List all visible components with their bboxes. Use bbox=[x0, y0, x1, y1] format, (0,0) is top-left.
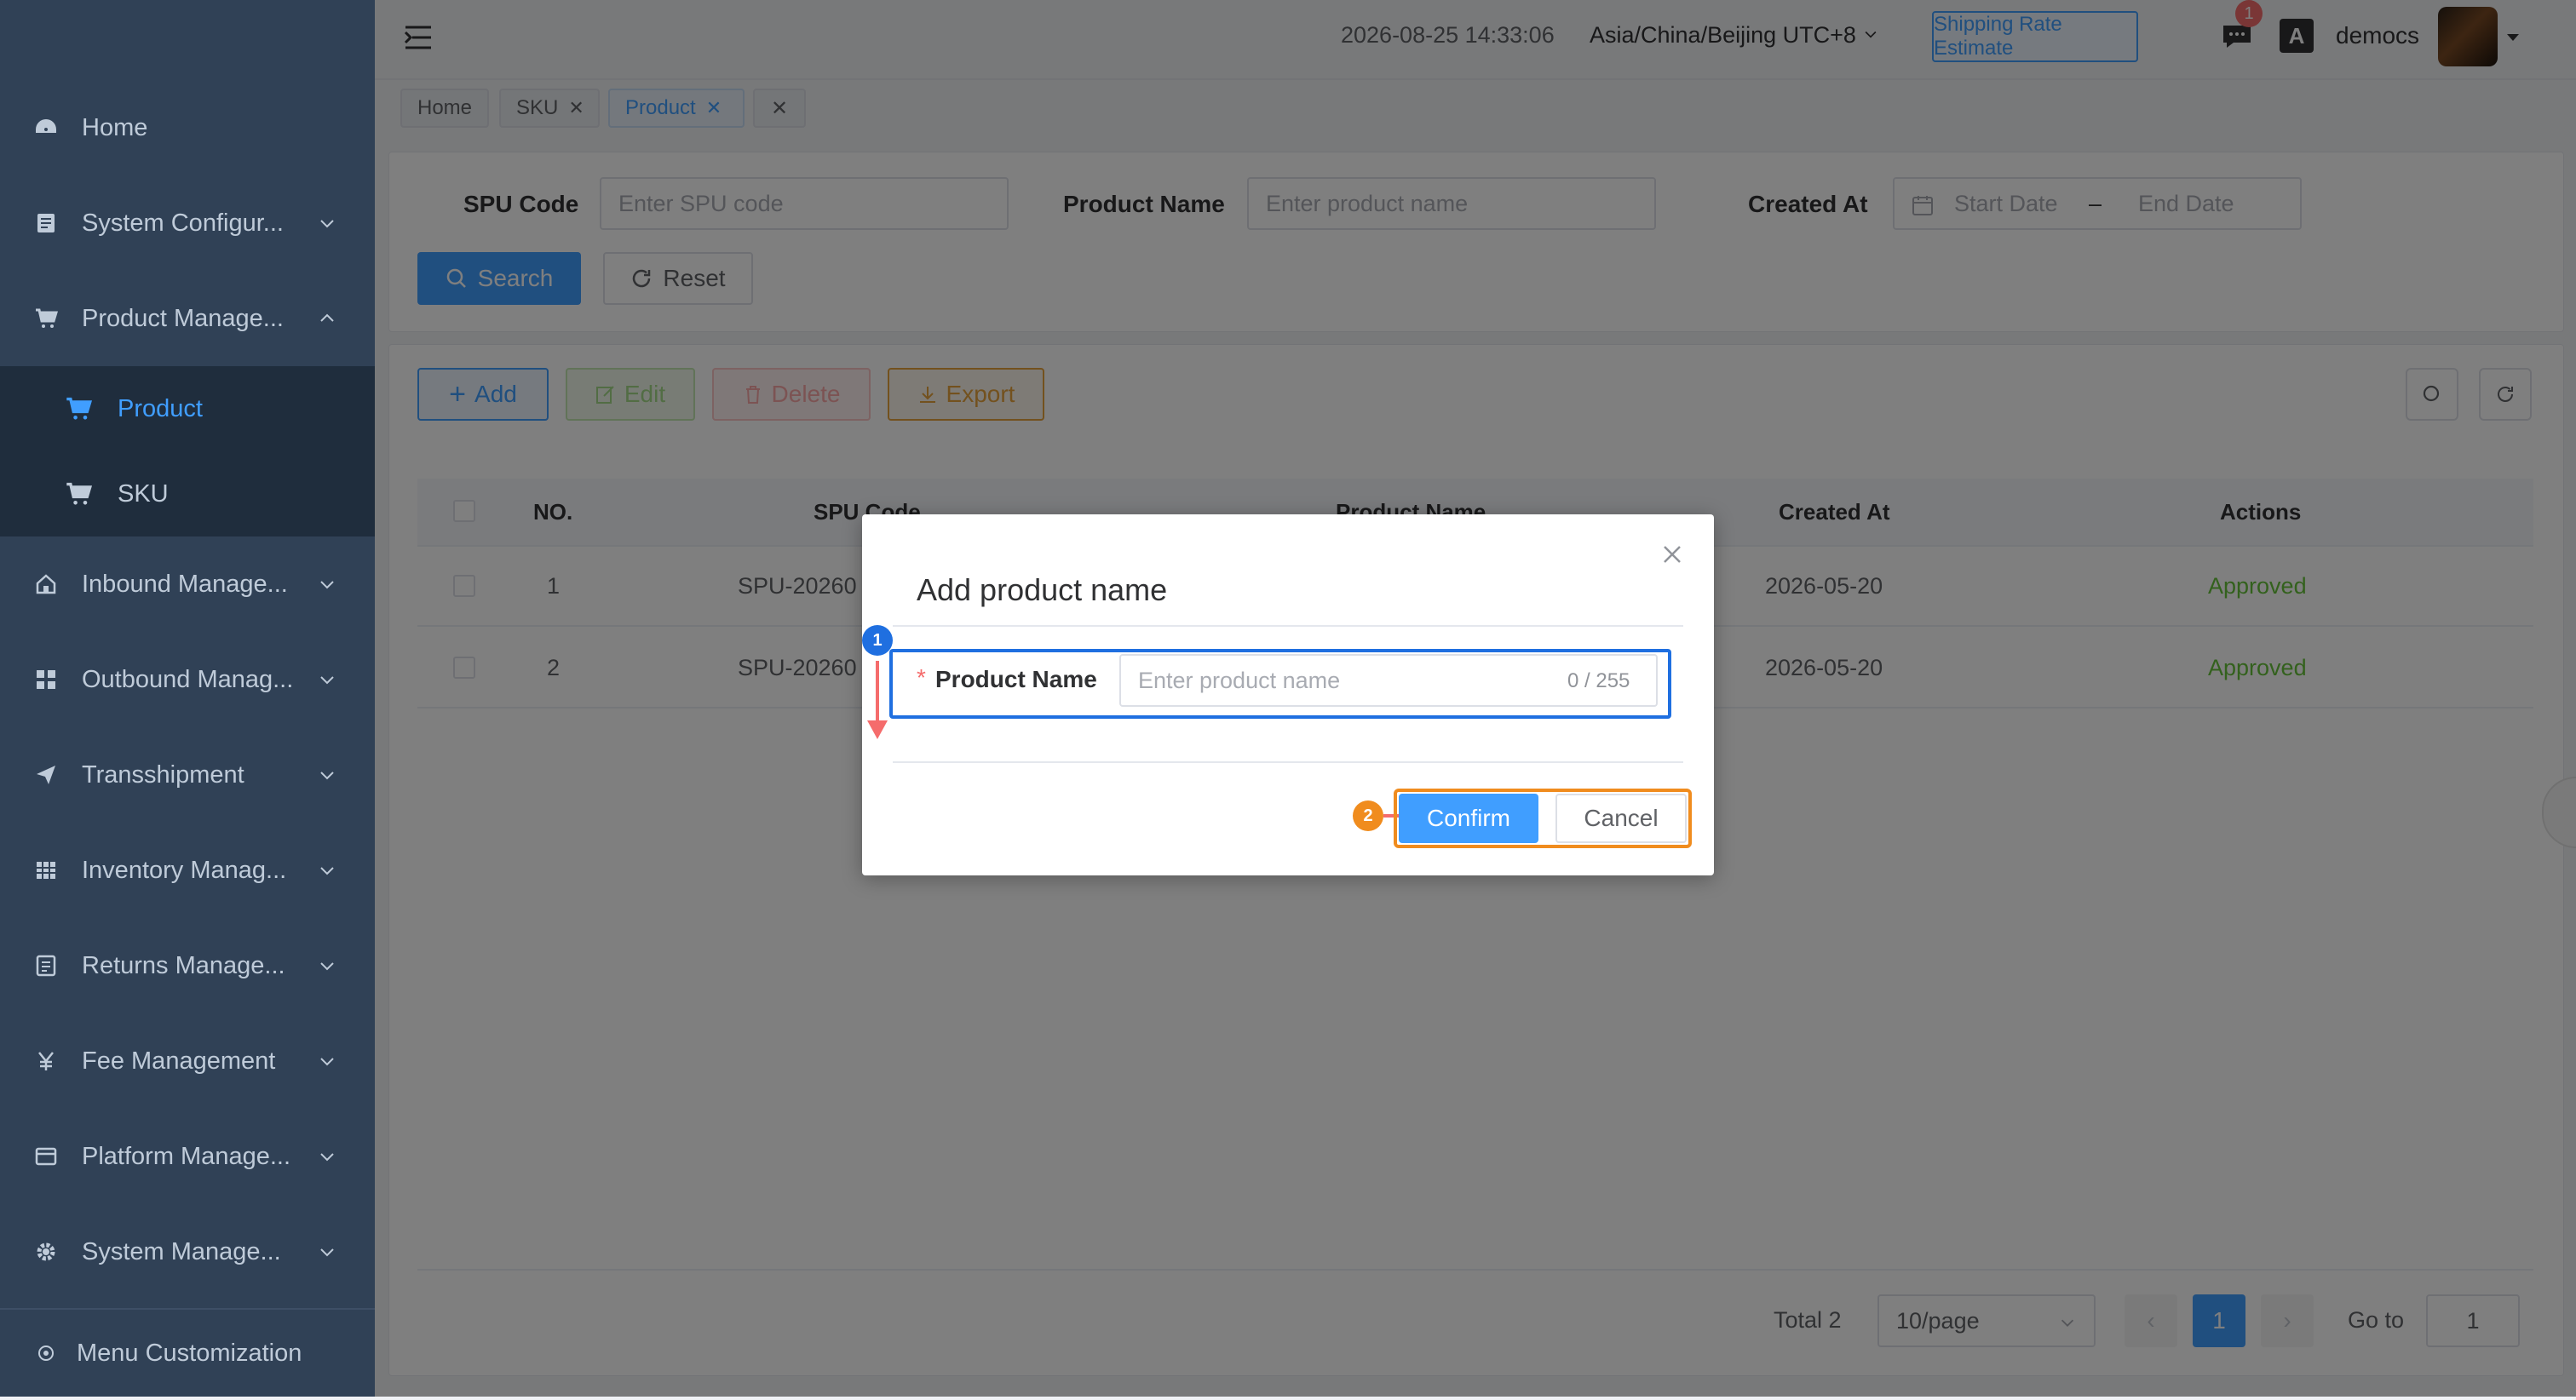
menu-customization-label: Menu Customization bbox=[77, 1339, 302, 1367]
cart-icon bbox=[66, 397, 92, 420]
chevron-down-icon bbox=[320, 676, 334, 685]
sidebar-item-label: System Manage... bbox=[82, 1237, 281, 1265]
chevron-down-icon bbox=[320, 962, 334, 971]
settings-icon bbox=[32, 1340, 60, 1367]
sidebar-item-label: Home bbox=[82, 113, 148, 141]
sidebar-item-sku[interactable]: SKU bbox=[0, 451, 375, 536]
chevron-down-icon bbox=[320, 1153, 334, 1162]
sidebar-item-label: Returns Manage... bbox=[82, 951, 285, 979]
gear-icon bbox=[32, 1238, 60, 1265]
grid-icon bbox=[32, 666, 60, 693]
config-icon bbox=[32, 209, 60, 237]
sidebar-item-product-management[interactable]: Product Manage... bbox=[0, 271, 375, 366]
chevron-down-icon bbox=[320, 1248, 334, 1257]
sidebar-item-label: System Configur... bbox=[82, 209, 284, 237]
dialog-input-placeholder: Enter product name bbox=[1138, 667, 1341, 693]
arrow-down-icon bbox=[867, 720, 888, 739]
sidebar-item-label: Platform Manage... bbox=[82, 1142, 290, 1170]
chevron-down-icon bbox=[320, 772, 334, 780]
returns-icon bbox=[32, 952, 60, 979]
step-marker-2: 2 bbox=[1353, 800, 1383, 831]
menu-customization[interactable]: Menu Customization bbox=[0, 1306, 375, 1400]
cart-icon bbox=[32, 305, 60, 332]
required-mark: * bbox=[917, 664, 926, 691]
sidebar-item-label: Outbound Manag... bbox=[82, 665, 294, 693]
sidebar-item-inbound[interactable]: Inbound Manage... bbox=[0, 536, 375, 632]
sidebar-item-label: Inventory Manag... bbox=[82, 856, 287, 884]
send-icon bbox=[32, 761, 60, 789]
sidebar-item-label: Transshipment bbox=[82, 760, 244, 789]
cart-icon bbox=[66, 482, 92, 505]
add-product-dialog: Add product name * Product Name Enter pr… bbox=[862, 514, 1714, 875]
annotation-arrow-line bbox=[876, 661, 879, 720]
product-submenu: Product SKU bbox=[0, 366, 375, 536]
sidebar-item-label: Product Manage... bbox=[82, 304, 284, 332]
sidebar-item-label: Product bbox=[118, 394, 203, 422]
sidebar-item-system-config[interactable]: System Configur... bbox=[0, 175, 375, 271]
cancel-button[interactable]: Cancel bbox=[1555, 794, 1687, 843]
sidebar-item-platform[interactable]: Platform Manage... bbox=[0, 1109, 375, 1204]
chevron-down-icon bbox=[320, 867, 334, 875]
sidebar-item-system-management[interactable]: System Manage... bbox=[0, 1204, 375, 1300]
chevron-down-icon bbox=[320, 220, 334, 228]
yen-icon bbox=[32, 1047, 60, 1075]
sidebar: Home System Configur... Product Manage..… bbox=[0, 0, 375, 1397]
sidebar-item-returns[interactable]: Returns Manage... bbox=[0, 918, 375, 1013]
dialog-footer-divider bbox=[893, 761, 1683, 763]
sidebar-item-fee[interactable]: Fee Management bbox=[0, 1013, 375, 1109]
home-icon bbox=[32, 571, 60, 598]
sidebar-item-label: Fee Management bbox=[82, 1047, 276, 1075]
dashboard-icon bbox=[32, 114, 60, 141]
dialog-header-divider bbox=[893, 625, 1683, 627]
sidebar-item-home[interactable]: Home bbox=[0, 80, 375, 175]
sidebar-item-label: Inbound Manage... bbox=[82, 570, 288, 598]
dialog-product-name-input[interactable]: Enter product name 0 / 255 bbox=[1119, 654, 1658, 707]
chevron-down-icon bbox=[320, 1058, 334, 1066]
confirm-button[interactable]: Confirm bbox=[1399, 794, 1538, 843]
sidebar-item-label: SKU bbox=[118, 479, 169, 508]
sidebar-item-product[interactable]: Product bbox=[0, 366, 375, 451]
step-marker-1: 1 bbox=[862, 625, 893, 656]
platform-icon bbox=[32, 1143, 60, 1170]
chevron-up-icon bbox=[320, 313, 334, 322]
table-icon bbox=[32, 857, 60, 884]
dialog-field-label: Product Name bbox=[935, 666, 1097, 692]
sidebar-item-transshipment[interactable]: Transshipment bbox=[0, 727, 375, 823]
chevron-down-icon bbox=[320, 581, 334, 589]
close-icon[interactable] bbox=[1661, 543, 1683, 565]
dialog-title: Add product name bbox=[917, 572, 1168, 607]
sidebar-item-inventory[interactable]: Inventory Manag... bbox=[0, 823, 375, 918]
char-counter: 0 / 255 bbox=[1567, 669, 1630, 692]
sidebar-item-outbound[interactable]: Outbound Manag... bbox=[0, 632, 375, 727]
